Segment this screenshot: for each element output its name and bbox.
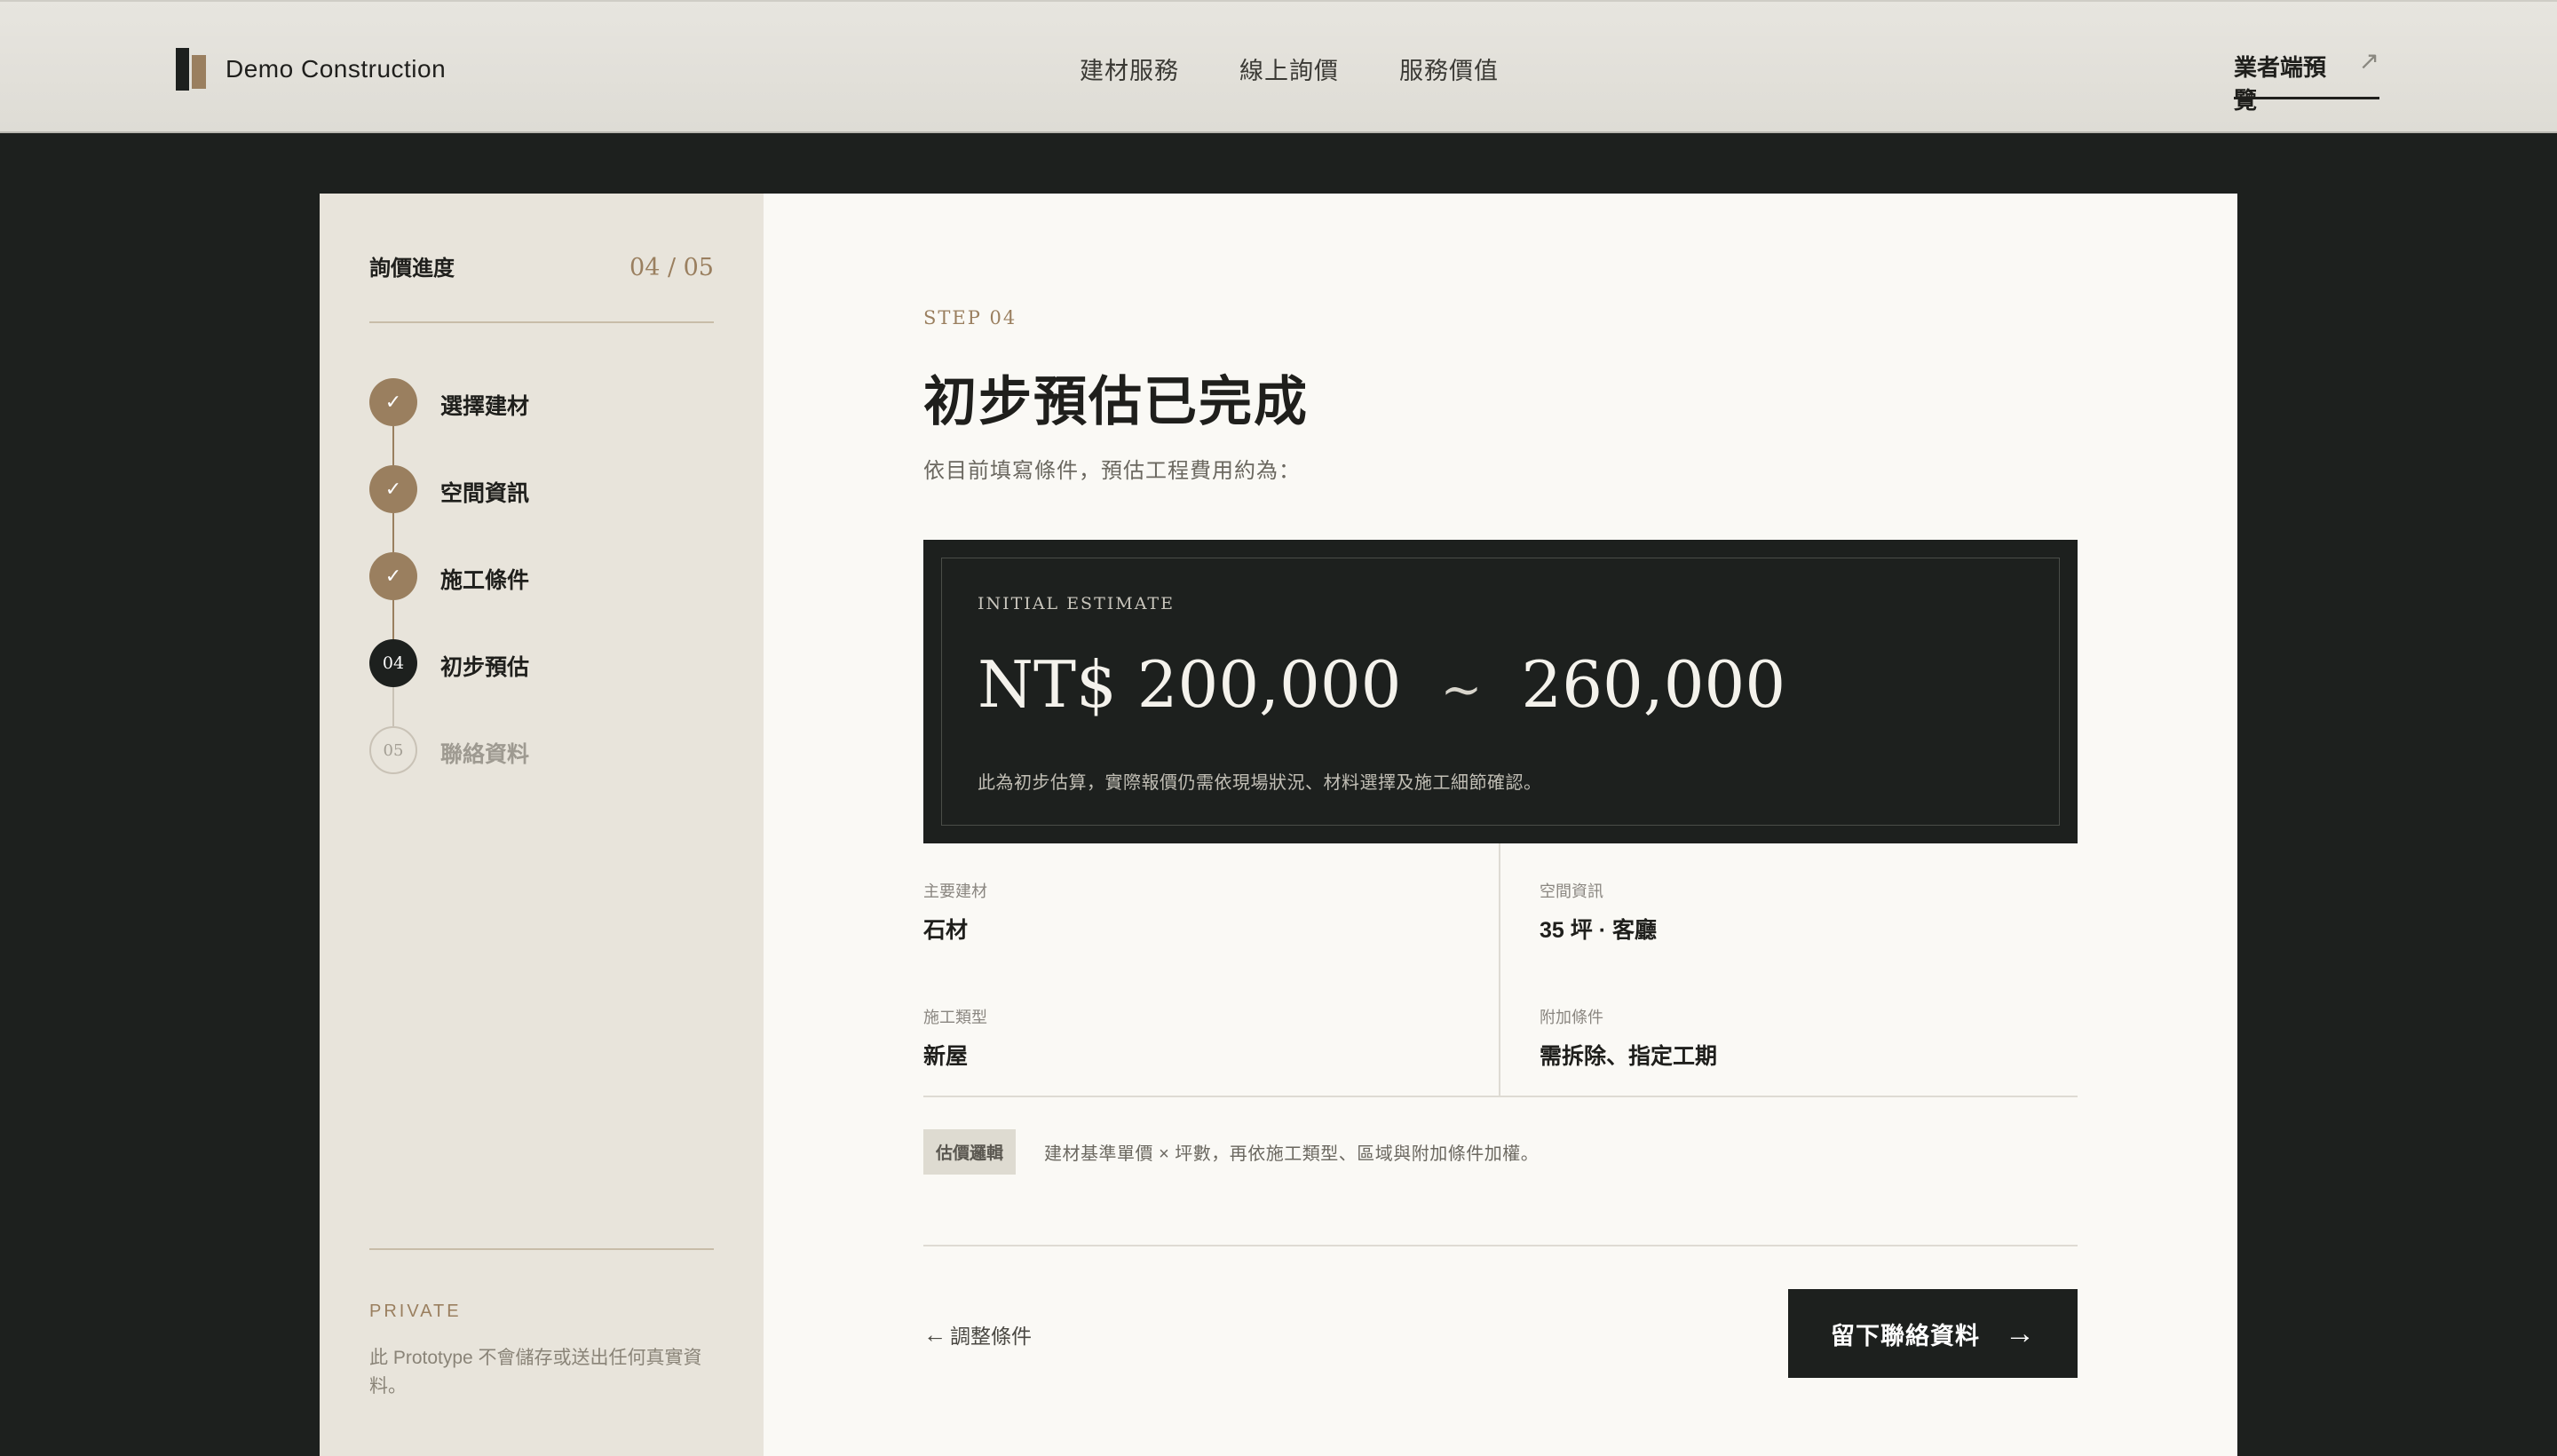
divider [369,321,714,323]
step-item-select-material[interactable]: ✓ 選擇建材 [369,378,529,465]
logic-text: 建材基準單價 × 坪數，再依施工類型、區域與附加條件加權。 [1044,1144,1540,1164]
step-connector [392,687,394,726]
page-subtitle: 依目前填寫條件，預估工程費用約為： [923,459,1301,483]
summary-key: 附加條件 [1540,1009,1603,1026]
top-navigation-bar: Demo Construction 建材服務 線上詢價 服務價值 業者端預覽 ↗ [0,0,2557,133]
divider [923,1245,2078,1246]
step-list: ✓ 選擇建材 ✓ 空間資訊 ✓ 施工條件 04 初步預估 05 聯絡資料 [369,378,529,813]
cta-label: 留下聯絡資料 [1831,1322,1980,1349]
page-title: 初步預估已完成 [923,371,1309,433]
step-kicker: STEP 04 [923,307,1017,328]
step-connector [392,600,394,639]
nav-item-materials[interactable]: 建材服務 [1080,51,1179,86]
vendor-preview-label: 業者端預覽 [2234,54,2327,114]
estimate-high: 260,000 [1521,647,1786,722]
summary-key: 施工類型 [923,1009,987,1026]
arrow-right-icon: → [2005,1316,2035,1350]
logic-tag: 估價邏輯 [923,1129,1017,1175]
summary-value: 35 坪 · 客廳 [1540,918,1657,943]
arrow-left-icon: ← [923,1320,946,1348]
range-separator: ~ [1440,661,1483,719]
step-connector [392,426,394,465]
summary-material: 主要建材 石材 [923,879,987,945]
estimate-panel: INITIAL ESTIMATE NT$ 200,000 ~260,000 此為初… [923,540,2078,843]
back-label: 調整條件 [950,1325,1032,1348]
summary-construction-type: 施工類型 新屋 [923,1005,987,1071]
brand[interactable]: Demo Construction [176,48,446,91]
divider [369,1248,714,1250]
vendor-preview-link[interactable]: 業者端預覽 ↗ [2234,47,2379,114]
check-icon: ✓ [369,378,417,426]
summary-value: 需拆除、指定工期 [1540,1044,1718,1069]
summary-space: 空間資訊 35 坪 · 客廳 [1540,879,1657,945]
summary-key: 空間資訊 [1540,882,1603,900]
quote-card: 詢價進度 04 / 05 ✓ 選擇建材 ✓ 空間資訊 ✓ 施工條件 04 初步預… [320,194,2237,1456]
progress-count: 04 / 05 [629,254,714,281]
brand-logo-icon [176,48,208,91]
external-arrow-icon: ↗ [2358,47,2379,75]
step-label: 空間資訊 [440,481,530,506]
estimate-panel-frame: INITIAL ESTIMATE NT$ 200,000 ~260,000 此為初… [941,558,2060,826]
private-notice-title: PRIVATE [369,1302,462,1321]
step-item-contact-info: 05 聯絡資料 [369,726,529,813]
step-number-badge: 04 [369,639,417,687]
estimate-main-panel: STEP 04 初步預估已完成 依目前填寫條件，預估工程費用約為： INITIA… [764,194,2237,1456]
step-label: 施工條件 [440,568,530,593]
summary-value: 石材 [923,918,969,943]
step-item-construction-conditions[interactable]: ✓ 施工條件 [369,552,529,639]
check-icon: ✓ [369,552,417,600]
progress-header: 詢價進度 04 / 05 [369,250,714,281]
progress-title: 詢價進度 [369,257,455,281]
step-number-badge: 05 [369,726,417,774]
nav-item-online-quote[interactable]: 線上詢價 [1239,51,1339,86]
check-icon: ✓ [369,465,417,513]
main-nav: 建材服務 線上詢價 服務價值 [1080,51,1499,86]
summary-key: 主要建材 [923,882,987,900]
step-label: 初步預估 [440,655,530,680]
summary-value: 新屋 [923,1044,969,1069]
step-label: 選擇建材 [440,394,530,419]
estimate-note: 此為初步估算，實際報價仍需依現場狀況、材料選擇及施工細節確認。 [978,773,1542,793]
estimate-range: NT$ 200,000 ~260,000 [978,647,1785,722]
progress-sidebar: 詢價進度 04 / 05 ✓ 選擇建材 ✓ 空間資訊 ✓ 施工條件 04 初步預… [320,194,764,1456]
leave-contact-button[interactable]: 留下聯絡資料 → [1788,1289,2078,1378]
step-item-initial-estimate: 04 初步預估 [369,639,529,726]
step-connector [392,513,394,552]
step-item-space-info[interactable]: ✓ 空間資訊 [369,465,529,552]
estimate-low: NT$ 200,000 [978,647,1402,722]
summary-extra-conditions: 附加條件 需拆除、指定工期 [1540,1005,1717,1071]
adjust-conditions-link[interactable]: ← 調整條件 [923,1319,1032,1349]
nav-item-service-value[interactable]: 服務價值 [1399,51,1499,86]
step-label: 聯絡資料 [440,742,530,767]
divider [1499,843,1500,1096]
estimate-label: INITIAL ESTIMATE [978,594,1175,613]
estimate-logic: 估價邏輯 建材基準單價 × 坪數，再依施工類型、區域與附加條件加權。 [923,1129,1539,1175]
private-notice-text: 此 Prototype 不會儲存或送出任何真實資料。 [369,1348,702,1397]
summary-grid: 主要建材 石材 空間資訊 35 坪 · 客廳 施工類型 新屋 附加條件 需拆除、… [923,843,2078,1097]
brand-name: Demo Construction [226,55,447,83]
